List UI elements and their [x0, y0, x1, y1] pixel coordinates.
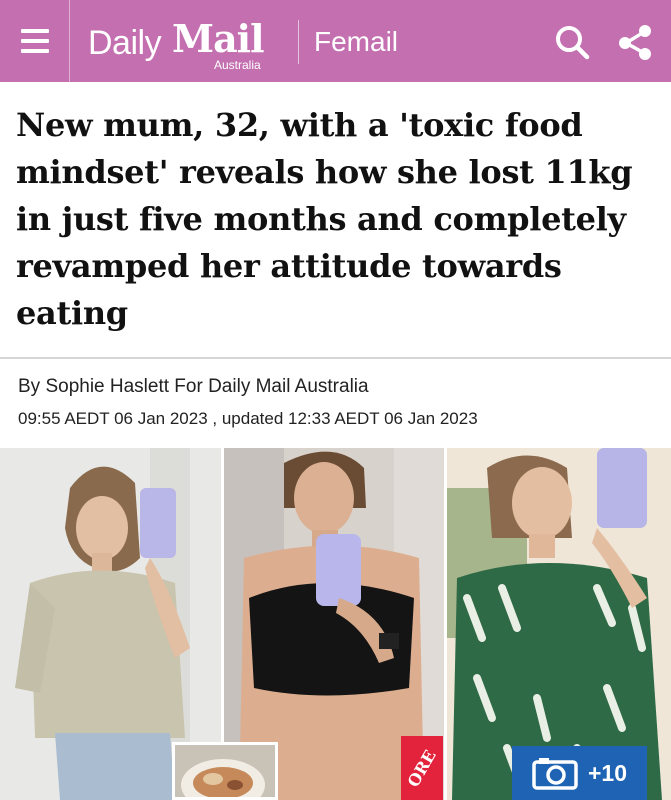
menu-button[interactable]: [0, 0, 70, 82]
logo-region-text: Australia: [214, 58, 261, 72]
logo-daily-text: Daily: [88, 24, 162, 62]
section-link-femail[interactable]: Femail: [314, 26, 398, 58]
headline-divider: [0, 357, 671, 359]
article-dateline: 09:55 AEDT 06 Jan 2023 , updated 12:33 A…: [18, 409, 478, 428]
article-byline[interactable]: By Sophie Haslett For Daily Mail Austral…: [18, 376, 369, 398]
gallery-photo-count: +10: [587, 759, 627, 786]
article-headline: New mum, 32, with a 'toxic food mindset'…: [16, 106, 633, 332]
daily-mail-logo[interactable]: Daily Mail Australia: [84, 16, 289, 72]
more-ribbon-text: ORE: [403, 746, 441, 790]
share-icon[interactable]: [615, 22, 655, 62]
food-thumbnail-image[interactable]: [172, 742, 278, 800]
logo-mail-text: Mail: [172, 16, 265, 61]
more-ribbon-badge: ORE: [401, 736, 443, 800]
gallery-button[interactable]: +10: [512, 746, 647, 800]
hamburger-icon: [20, 29, 49, 53]
camera-icon: [532, 758, 578, 790]
search-icon[interactable]: [552, 22, 592, 62]
header-divider: [298, 20, 299, 64]
